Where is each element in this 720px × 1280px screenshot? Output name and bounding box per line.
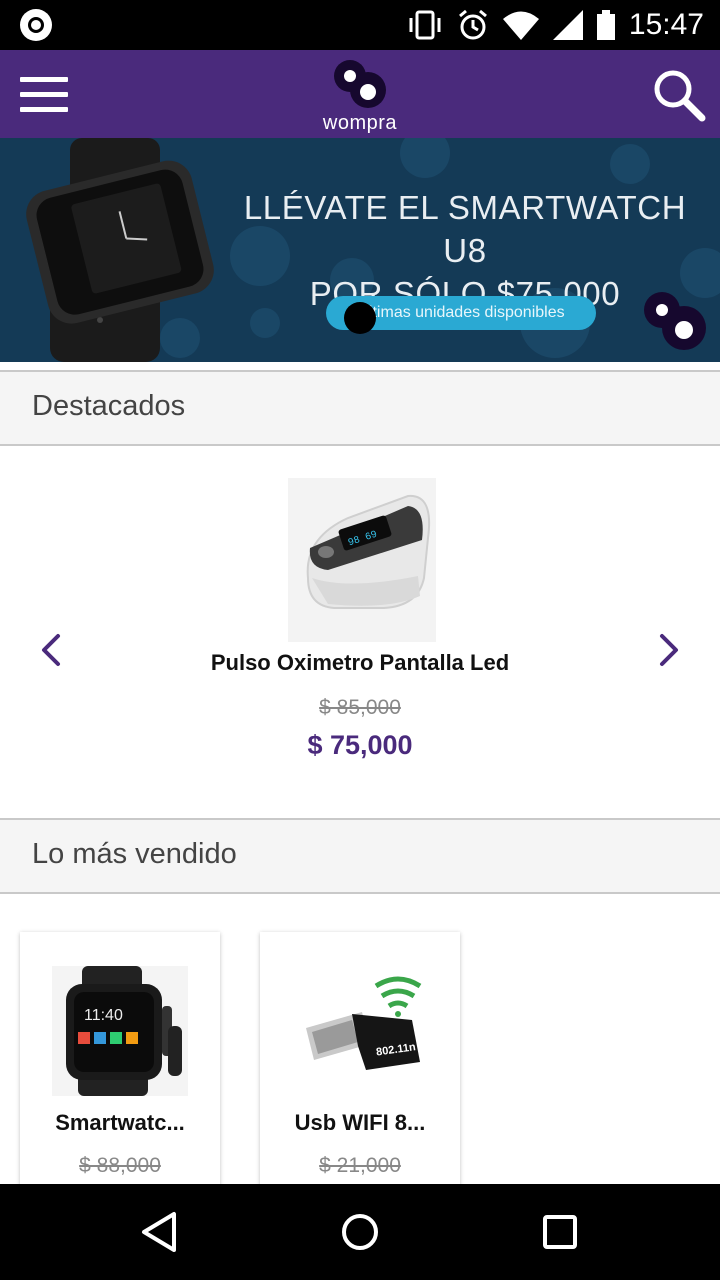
- featured-product-name[interactable]: Pulso Oximetro Pantalla Led: [0, 650, 720, 676]
- hamburger-menu-icon[interactable]: [16, 70, 72, 118]
- search-icon[interactable]: [648, 64, 708, 124]
- chevron-right-icon[interactable]: [646, 628, 690, 672]
- battery-icon: [596, 10, 615, 40]
- wifi-icon: [502, 11, 539, 40]
- alarm-icon: [458, 9, 487, 40]
- signal-icon: [552, 10, 583, 40]
- system-nav-bar: [0, 1184, 720, 1280]
- featured-section-header: Destacados: [0, 370, 720, 446]
- smartwatch-image: 11:40: [52, 966, 188, 1096]
- usb-wifi-adapter-image: 802.11n: [292, 966, 428, 1096]
- svg-text:11:40: 11:40: [84, 1007, 123, 1024]
- logo-text: wompra: [322, 112, 398, 134]
- featured-section-title: Destacados: [32, 390, 186, 422]
- logo-mark-icon: [334, 60, 386, 108]
- banner-headline-line1: LLÉVATE EL SMARTWATCH U8: [243, 189, 687, 269]
- product-old-price: $ 88,000: [79, 1154, 161, 1177]
- featured-product-image[interactable]: 98 69: [288, 478, 436, 642]
- recents-square-icon[interactable]: [536, 1208, 584, 1256]
- product-name: Smartwatc...: [55, 1110, 185, 1135]
- product-card[interactable]: 11:40 Smartwatc... $ 88,000: [20, 932, 220, 1202]
- carousel-indicator-dot[interactable]: [344, 302, 376, 334]
- featured-product-old-price: $ 85,000: [319, 696, 401, 719]
- product-image: 802.11n: [292, 966, 428, 1096]
- pulse-oximeter-image: 98 69: [288, 478, 436, 642]
- home-circle-icon[interactable]: [336, 1208, 384, 1256]
- status-time: 15:47: [628, 8, 704, 41]
- banner-logo-mark-icon: [644, 292, 706, 350]
- product-old-price: $ 21,000: [319, 1154, 401, 1177]
- back-triangle-icon[interactable]: [136, 1208, 184, 1256]
- status-icons: 15:47: [407, 7, 704, 43]
- bestsellers-section-title: Lo más vendido: [32, 838, 237, 870]
- smartwatch-image: [26, 138, 214, 362]
- featured-product-price: $ 75,000: [307, 730, 413, 760]
- wompra-logo[interactable]: wompra: [310, 56, 410, 136]
- product-card[interactable]: 802.11n Usb WIFI 8... $ 21,000: [260, 932, 460, 1202]
- status-bar: 15:47: [0, 0, 720, 50]
- vibrate-icon: [409, 10, 441, 40]
- app-bar: wompra: [0, 50, 720, 138]
- product-name: Usb WIFI 8...: [294, 1110, 426, 1135]
- bestsellers-section-header: Lo más vendido: [0, 818, 720, 894]
- product-image: 11:40: [52, 966, 188, 1096]
- app-notification-icon: [20, 9, 52, 41]
